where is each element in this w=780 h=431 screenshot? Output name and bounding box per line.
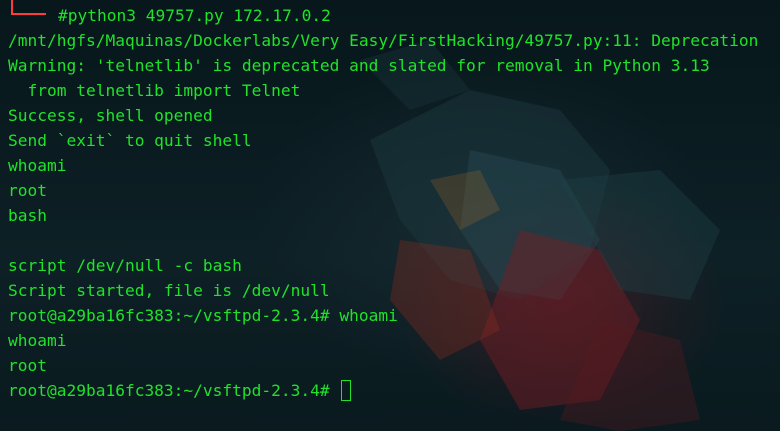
terminal-window[interactable]: #python3 49757.py 172.17.0.2 /mnt/hgfs/M… [0,0,780,431]
output-line: root [8,181,47,200]
output-line: whoami [8,156,67,175]
output-line: Success, shell opened [8,106,213,125]
block-cursor-icon[interactable] [341,380,352,401]
output-line: root [8,356,47,375]
prompt-corner-glyph [11,0,46,15]
output-line: Send `exit` to quit shell [8,131,252,150]
output-line: whoami [8,331,67,350]
command-line: #python3 49757.py 172.17.0.2 [58,6,331,25]
output-line: from telnetlib import Telnet [8,81,301,100]
shell-prompt: root@a29ba16fc383:~/vsftpd-2.3.4# [8,381,340,400]
active-prompt-line[interactable]: root@a29ba16fc383:~/vsftpd-2.3.4# [8,378,352,403]
output-line: Script started, file is /dev/null [8,281,330,300]
output-line: bash [8,206,47,225]
output-line: /mnt/hgfs/Maquinas/Dockerlabs/Very Easy/… [8,31,759,50]
output-line: Warning: 'telnetlib' is deprecated and s… [8,56,710,75]
shell-prompt-line: root@a29ba16fc383:~/vsftpd-2.3.4# whoami [8,306,398,325]
output-line: script /dev/null -c bash [8,256,242,275]
